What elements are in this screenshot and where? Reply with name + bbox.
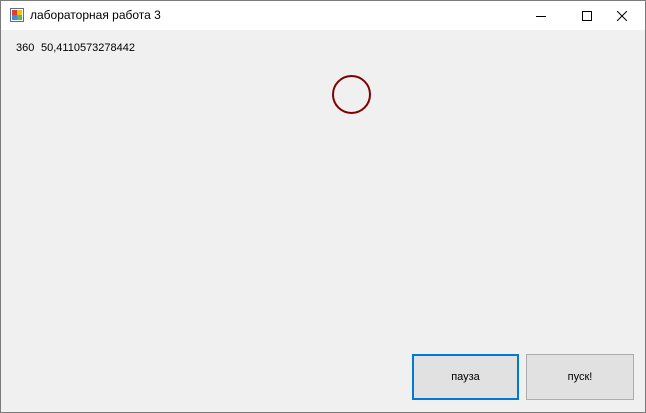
window-title: лабораторная работа 3 [30, 8, 161, 22]
app-window: лабораторная работа 3 360 50,41105732784… [0, 0, 646, 413]
app-icon[interactable] [10, 8, 24, 22]
start-button[interactable]: пуск! [526, 354, 634, 400]
value-label: 50,4110573278442 [41, 42, 136, 54]
close-icon [617, 10, 627, 21]
pause-button[interactable]: пауза [412, 354, 519, 400]
counter-label: 360 [16, 42, 35, 54]
maximize-icon [582, 10, 592, 21]
title-bar[interactable]: лабораторная работа 3 [1, 1, 645, 30]
minimize-button[interactable] [518, 1, 564, 30]
minimize-icon [536, 11, 546, 21]
form-client-area: 360 50,4110573278442 пауза пуск! [1, 30, 645, 412]
moving-circle [332, 75, 371, 114]
close-button[interactable] [599, 1, 645, 30]
